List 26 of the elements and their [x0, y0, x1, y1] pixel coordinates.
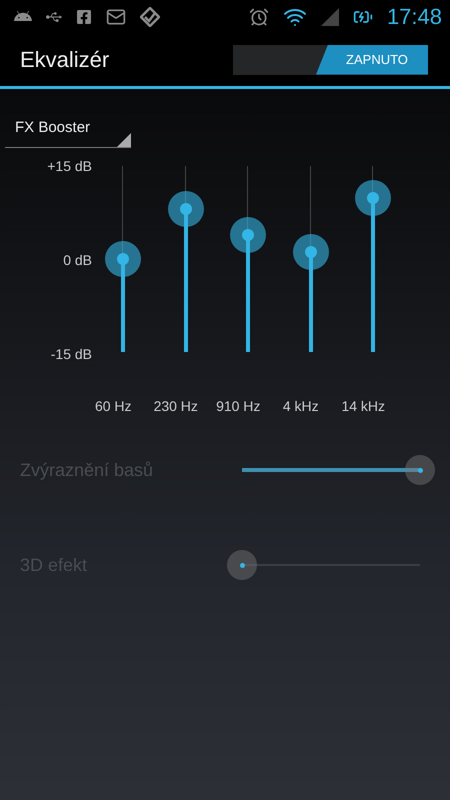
slider-thumb[interactable] [405, 455, 435, 485]
scale-label: -15 dB [50, 346, 92, 362]
scale-label: 0 dB [63, 252, 92, 268]
slider-thumb[interactable] [227, 550, 257, 580]
mail-icon [106, 6, 126, 26]
signal-icon [320, 8, 339, 26]
clock-time: 17:48 [386, 4, 442, 30]
slider-thumb[interactable] [105, 241, 141, 277]
band-label: 4 kHz [282, 398, 320, 414]
switch-label: ZAPNUTO [316, 44, 428, 74]
check-icon [140, 6, 160, 26]
band-label: 60 Hz [94, 398, 133, 414]
band-label: 910 Hz [215, 398, 262, 414]
band-label: 230 Hz [152, 398, 199, 414]
screen-title: Ekvalizér [20, 46, 110, 72]
facebook-icon [76, 8, 92, 24]
slider-thumb[interactable] [230, 216, 266, 253]
dropdown-corner-icon [117, 133, 131, 147]
slider-thumb[interactable] [168, 190, 204, 227]
alarm-icon [248, 6, 269, 26]
slider-thumb[interactable] [292, 234, 328, 270]
preset-dropdown[interactable]: FX Booster [5, 119, 131, 148]
toggle-switch[interactable]: ZAPNUTO [233, 44, 428, 74]
scale-label: +15 dB [47, 158, 92, 174]
band-label: 14 kHz [340, 398, 386, 414]
slider-thumb[interactable] [355, 180, 391, 216]
